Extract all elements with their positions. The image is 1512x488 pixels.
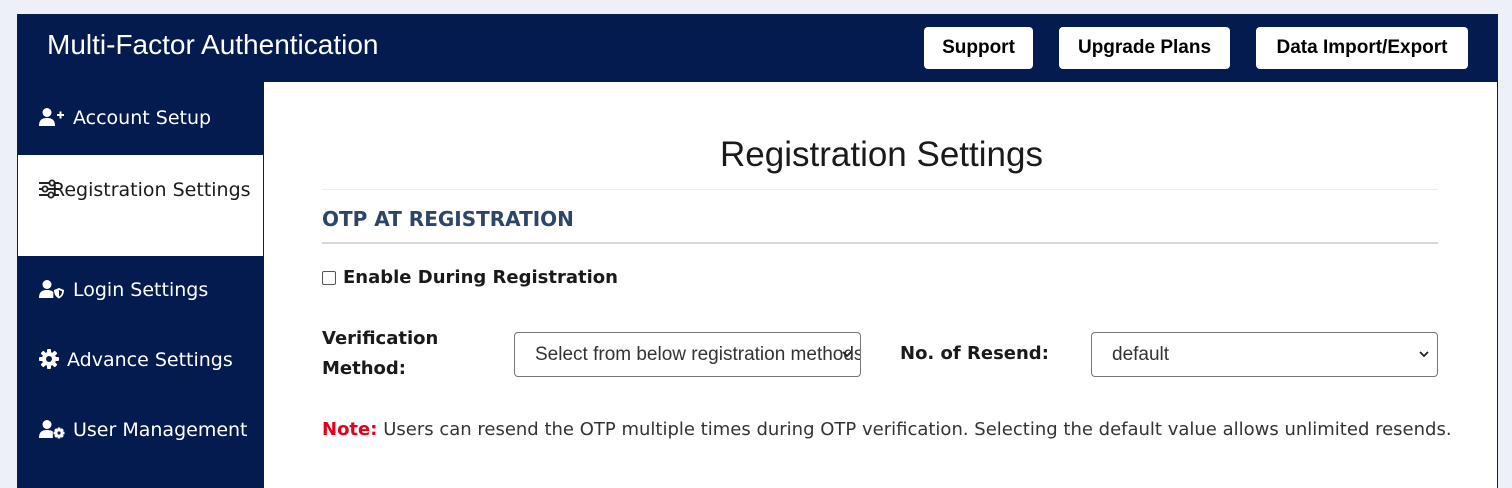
verification-method-select[interactable]: Select from below registration methods [514, 332, 861, 377]
upgrade-plans-button[interactable]: Upgrade Plans [1059, 27, 1230, 69]
verification-method-label: Verification Method: [322, 328, 439, 379]
no-of-resend-value: default [1112, 343, 1170, 365]
verification-method-value: Select from below registration methods [535, 343, 861, 365]
support-button[interactable]: Support [924, 27, 1033, 69]
divider [322, 189, 1438, 190]
note-label: Note: [322, 419, 378, 440]
enable-during-registration-row[interactable]: Enable During Registration [322, 267, 618, 288]
app-title: Multi-Factor Authentication [47, 29, 379, 60]
chevron-down-icon [842, 351, 852, 358]
user-shield-icon [39, 278, 65, 299]
data-import-export-button[interactable]: Data Import/Export [1256, 27, 1468, 69]
app-window: Multi-Factor Authentication Support Upgr… [17, 14, 1498, 488]
sidebar-item-login-settings[interactable]: Login Settings [18, 275, 264, 315]
sidebar-item-user-management[interactable]: User Management [18, 415, 264, 485]
sidebar: Account Setup Registration Settings Logi… [18, 82, 264, 488]
resend-note: Note: Users can resend the OTP multiple … [322, 417, 1452, 443]
no-of-resend-select[interactable]: default [1091, 332, 1438, 377]
sidebar-item-account-setup[interactable]: Account Setup [18, 103, 264, 143]
sidebar-item-advance-settings[interactable]: Advance Settings [18, 345, 264, 385]
sidebar-item-label: User Management [73, 419, 248, 441]
chevron-down-icon [1419, 351, 1429, 358]
sidebar-item-registration-settings[interactable]: Registration Settings [18, 155, 264, 256]
enable-during-registration-checkbox[interactable] [322, 270, 336, 285]
user-plus-icon [39, 106, 65, 126]
enable-during-registration-label: Enable During Registration [343, 267, 618, 288]
page-title: Registration Settings [720, 135, 1043, 174]
gear-icon [39, 348, 59, 369]
sidebar-item-label: Account Setup [73, 107, 212, 129]
sidebar-item-label: Registration Settings [52, 179, 251, 201]
sidebar-item-label: Advance Settings [67, 349, 233, 371]
no-of-resend-label: No. of Resend: [900, 343, 1049, 364]
note-text: Users can resend the OTP multiple times … [383, 419, 1452, 440]
main-content: Registration Settings OTP AT REGISTRATIO… [264, 82, 1497, 488]
sidebar-item-label: Login Settings [73, 279, 209, 301]
section-divider [322, 242, 1438, 244]
user-gear-icon [39, 418, 65, 439]
top-bar: Multi-Factor Authentication Support Upgr… [18, 15, 1497, 82]
section-heading: OTP AT REGISTRATION [322, 207, 574, 231]
